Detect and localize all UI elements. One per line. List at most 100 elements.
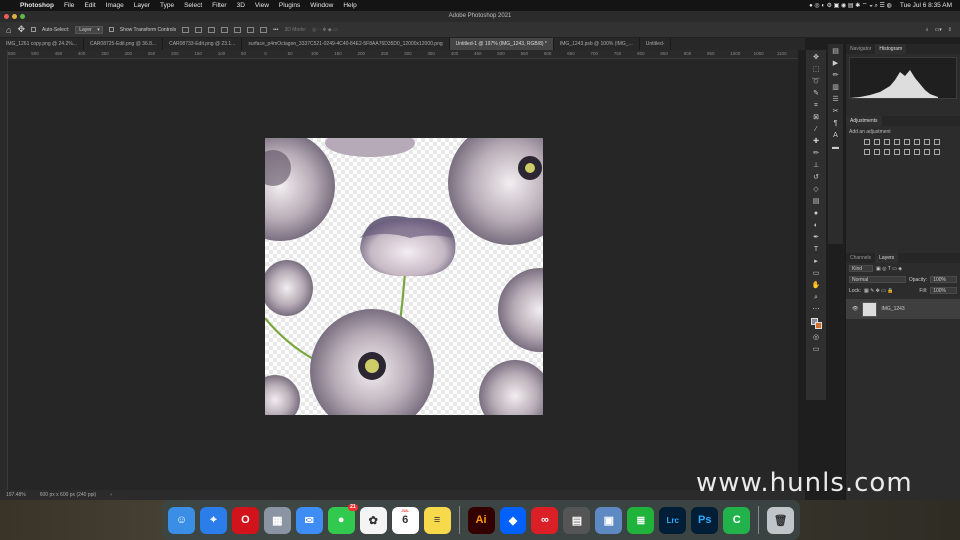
doc-tab[interactable]: Untitled- <box>640 38 672 50</box>
tab-histogram[interactable]: Histogram <box>875 44 907 54</box>
hand-tool-icon[interactable]: ✋ <box>811 282 821 290</box>
exposure-icon[interactable] <box>894 139 900 145</box>
menu-file[interactable]: File <box>64 2 74 9</box>
move-tool-icon[interactable]: ✥ <box>17 24 25 35</box>
menu-layer[interactable]: Layer <box>134 2 150 9</box>
align-left-icon[interactable] <box>182 26 190 33</box>
more-tools-icon[interactable]: ⋯ <box>811 306 821 314</box>
doc-tab[interactable]: CAR08725-Edit.png @ 36.8... <box>84 38 164 50</box>
dock-app-calendar[interactable]: 6 JUL <box>391 506 419 534</box>
notes-panel-icon[interactable]: ▬ <box>831 144 841 152</box>
dock-app-trash[interactable]: 🗑 <box>767 506 795 534</box>
dock-app-opera[interactable]: O <box>231 506 259 534</box>
shape-tool-icon[interactable]: ▭ <box>811 270 821 278</box>
dock-app-dropbox[interactable]: ◆ <box>499 506 527 534</box>
dock-app-lightroom-classic[interactable]: Lrc <box>659 506 687 534</box>
auto-select-checkbox[interactable] <box>30 27 36 32</box>
status-expand-icon[interactable]: › <box>110 492 112 498</box>
menu-edit[interactable]: Edit <box>84 2 95 9</box>
quick-select-tool-icon[interactable]: ✎ <box>811 90 821 98</box>
pen-tool-icon[interactable]: ✒ <box>811 234 821 242</box>
filter-icons[interactable]: ▣ ◎ T ▭ ◈ <box>876 266 902 272</box>
quick-mask-icon[interactable]: ◎ <box>811 334 821 342</box>
align-top-icon[interactable] <box>221 26 229 33</box>
glyphs-panel-icon[interactable]: A <box>831 132 841 140</box>
levels-icon[interactable] <box>874 139 880 145</box>
status-icons[interactable]: ● ◎ ◐ ⚙ ▣ ◉ ▤ ✱ ⌔ ◒ ⌕ ☰ ◍ <box>809 1 892 10</box>
doc-tab[interactable]: surface_p4mOctagon_3337C521-0249-4C40-84… <box>242 38 450 50</box>
workspace-icon[interactable]: ▭▾ <box>935 27 942 33</box>
move-tool-icon[interactable]: ✥ <box>811 54 821 62</box>
gradient-map-icon[interactable] <box>924 149 930 155</box>
3d-tools-icon[interactable]: ◎ ◌ ✥ ◆ ▭ <box>312 27 338 33</box>
tab-layers[interactable]: Layers <box>875 253 899 263</box>
eyedropper-tool-icon[interactable]: ⁄ <box>811 126 821 134</box>
align-right-icon[interactable] <box>208 26 216 33</box>
fill-field[interactable]: 100% <box>930 287 957 294</box>
color-balance-icon[interactable] <box>924 139 930 145</box>
align-middle-icon[interactable] <box>234 26 242 33</box>
home-icon[interactable]: ⌂ <box>6 25 11 35</box>
brightness-icon[interactable] <box>864 139 870 145</box>
lasso-tool-icon[interactable]: ➰ <box>811 78 821 86</box>
opacity-field[interactable]: 100% <box>930 276 957 283</box>
dock-app-launchpad[interactable]: ▦ <box>263 506 291 534</box>
properties-panel-icon[interactable]: ☰ <box>831 96 841 104</box>
distribute-icon[interactable] <box>260 26 268 33</box>
posterize-icon[interactable] <box>904 149 910 155</box>
menu-select[interactable]: Select <box>184 2 202 9</box>
vertical-ruler[interactable] <box>0 50 8 490</box>
tab-channels[interactable]: Channels <box>846 253 875 263</box>
dock-app-preview[interactable]: ▣ <box>595 506 623 534</box>
dock-app-messages[interactable]: ● 21 <box>327 503 358 534</box>
curves-icon[interactable] <box>884 139 890 145</box>
kind-filter-dropdown[interactable]: Kind <box>849 265 874 272</box>
dock-app-photos[interactable]: ✿ <box>359 506 387 534</box>
selective-color-icon[interactable] <box>934 149 940 155</box>
hue-saturation-icon[interactable] <box>914 139 920 145</box>
search-icon[interactable]: ⌕ <box>926 27 929 33</box>
screen-mode-icon[interactable]: ▭ <box>811 346 821 354</box>
doc-tab-active[interactable]: Untitled-1 @ 197% (IMG_1243, RGB/8) * <box>449 38 554 50</box>
marquee-tool-icon[interactable]: ⬚ <box>811 66 821 74</box>
close-window-icon[interactable] <box>4 14 9 19</box>
menu-filter[interactable]: Filter <box>212 2 226 9</box>
doc-tab[interactable]: IMG_1261 copy.png @ 24.2%... <box>0 38 84 50</box>
auto-select-dropdown[interactable]: Layer <box>75 25 103 34</box>
path-select-icon[interactable]: ▸ <box>811 258 821 266</box>
black-white-icon[interactable] <box>934 139 940 145</box>
stamp-tool-icon[interactable]: ⊥ <box>811 162 821 170</box>
dock-app-notes[interactable]: ≡ <box>423 506 451 534</box>
color-lookup-icon[interactable] <box>884 149 890 155</box>
more-options-icon[interactable]: ••• <box>273 27 278 33</box>
actions-panel-icon[interactable]: ▶ <box>831 60 841 68</box>
align-center-icon[interactable] <box>195 26 203 33</box>
document-canvas[interactable] <box>265 138 543 415</box>
zoom-window-icon[interactable] <box>20 14 25 19</box>
eraser-tool-icon[interactable]: ◇ <box>811 186 821 194</box>
dock-app-creative-cloud[interactable]: ∞ <box>531 506 559 534</box>
blur-tool-icon[interactable]: ● <box>811 210 821 218</box>
menu-view[interactable]: View <box>255 2 269 9</box>
dock-app-photoshop[interactable]: Ps <box>691 506 719 534</box>
dodge-tool-icon[interactable]: ◐ <box>811 222 821 230</box>
type-tool-icon[interactable]: T <box>811 246 821 254</box>
dock-app-finder[interactable]: ☺ <box>168 506 195 534</box>
dock-app-calculator[interactable]: ▤ <box>563 506 591 534</box>
zoom-level[interactable]: 197.48% <box>6 492 26 498</box>
photo-filter-icon[interactable] <box>864 149 870 155</box>
doc-tab[interactable]: CAR08733-Edit.png @ 23.1... <box>163 38 243 50</box>
menubar-clock[interactable]: Tue Jul 6 8:35 AM <box>900 2 952 9</box>
dock-app-illustrator[interactable]: Ai <box>467 506 495 534</box>
show-transform-checkbox[interactable] <box>108 27 114 32</box>
app-menu[interactable]: Photoshop <box>20 2 54 9</box>
threshold-icon[interactable] <box>914 149 920 155</box>
visibility-eye-icon[interactable]: 👁 <box>852 306 858 312</box>
menu-plugins[interactable]: Plugins <box>279 2 300 9</box>
tool-presets-icon[interactable]: ✂ <box>831 108 841 116</box>
dock-app-numbers[interactable]: ≣ <box>627 506 655 534</box>
paragraph-panel-icon[interactable]: ¶ <box>831 120 841 128</box>
invert-icon[interactable] <box>894 149 900 155</box>
libraries-panel-icon[interactable]: ▥ <box>831 84 841 92</box>
vibrance-icon[interactable] <box>904 139 910 145</box>
